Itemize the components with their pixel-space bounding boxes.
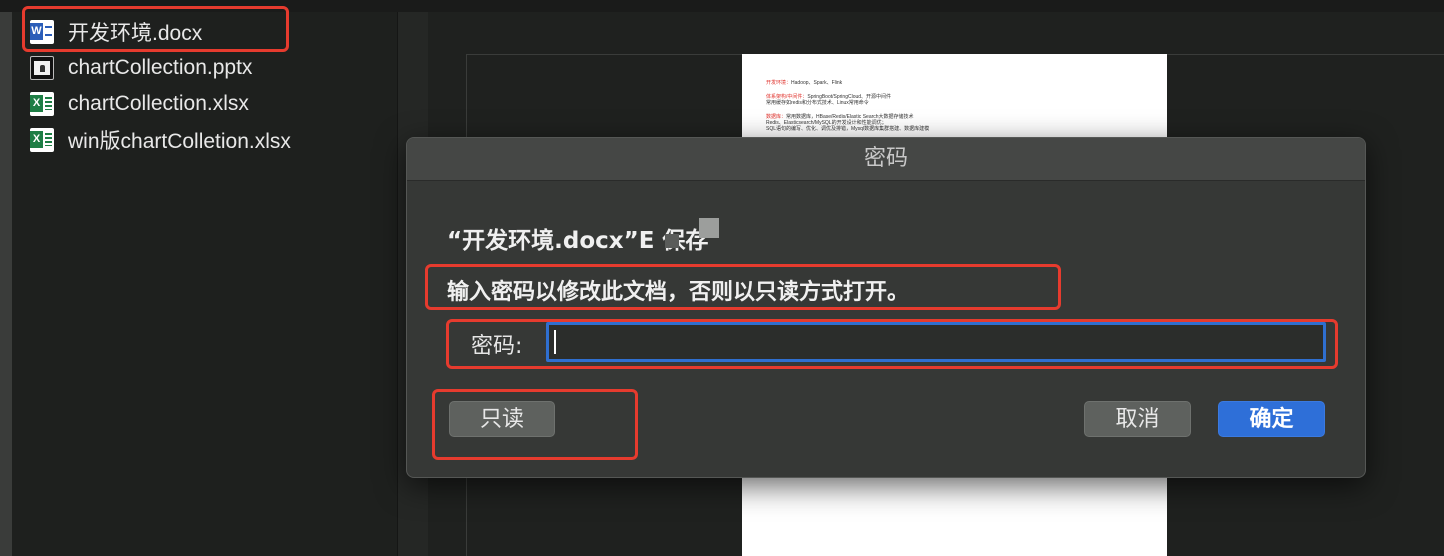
file-item-win-xlsx[interactable]: X win版chartColletion.xlsx [30, 125, 291, 155]
render-artifact [665, 234, 679, 248]
highlight-read-only-button [432, 389, 638, 460]
file-name: win版chartColletion.xlsx [68, 130, 291, 153]
dialog-title: 密码 [863, 146, 908, 171]
ok-button[interactable]: 确定 [1218, 401, 1325, 437]
file-item-pptx[interactable]: chartCollection.pptx [30, 53, 252, 83]
highlight-selected-file [22, 6, 289, 52]
excel-document-icon: X [30, 128, 54, 152]
sidebar-edge [0, 12, 12, 556]
cancel-button[interactable]: 取消 [1084, 401, 1191, 437]
doc-line: 常用缓存如redis和分布式技术、Linux常用命令 [766, 100, 869, 106]
doc-line: SQL语句的编写、优化、调优及排错，Mysql数据库集群搭建、数据库建模 [766, 126, 930, 132]
highlight-message [425, 264, 1061, 310]
highlight-password-field [446, 319, 1338, 369]
render-artifact [699, 218, 719, 238]
excel-document-icon: X [30, 92, 54, 116]
file-name: chartCollection.xlsx [68, 92, 249, 115]
file-name: chartCollection.pptx [68, 56, 253, 79]
powerpoint-document-icon [30, 56, 54, 80]
doc-line: 开发环境：Hadoop、Spark、Flink [766, 80, 843, 86]
file-item-xlsx[interactable]: X chartCollection.xlsx [30, 89, 249, 119]
render-artifact [725, 230, 765, 256]
